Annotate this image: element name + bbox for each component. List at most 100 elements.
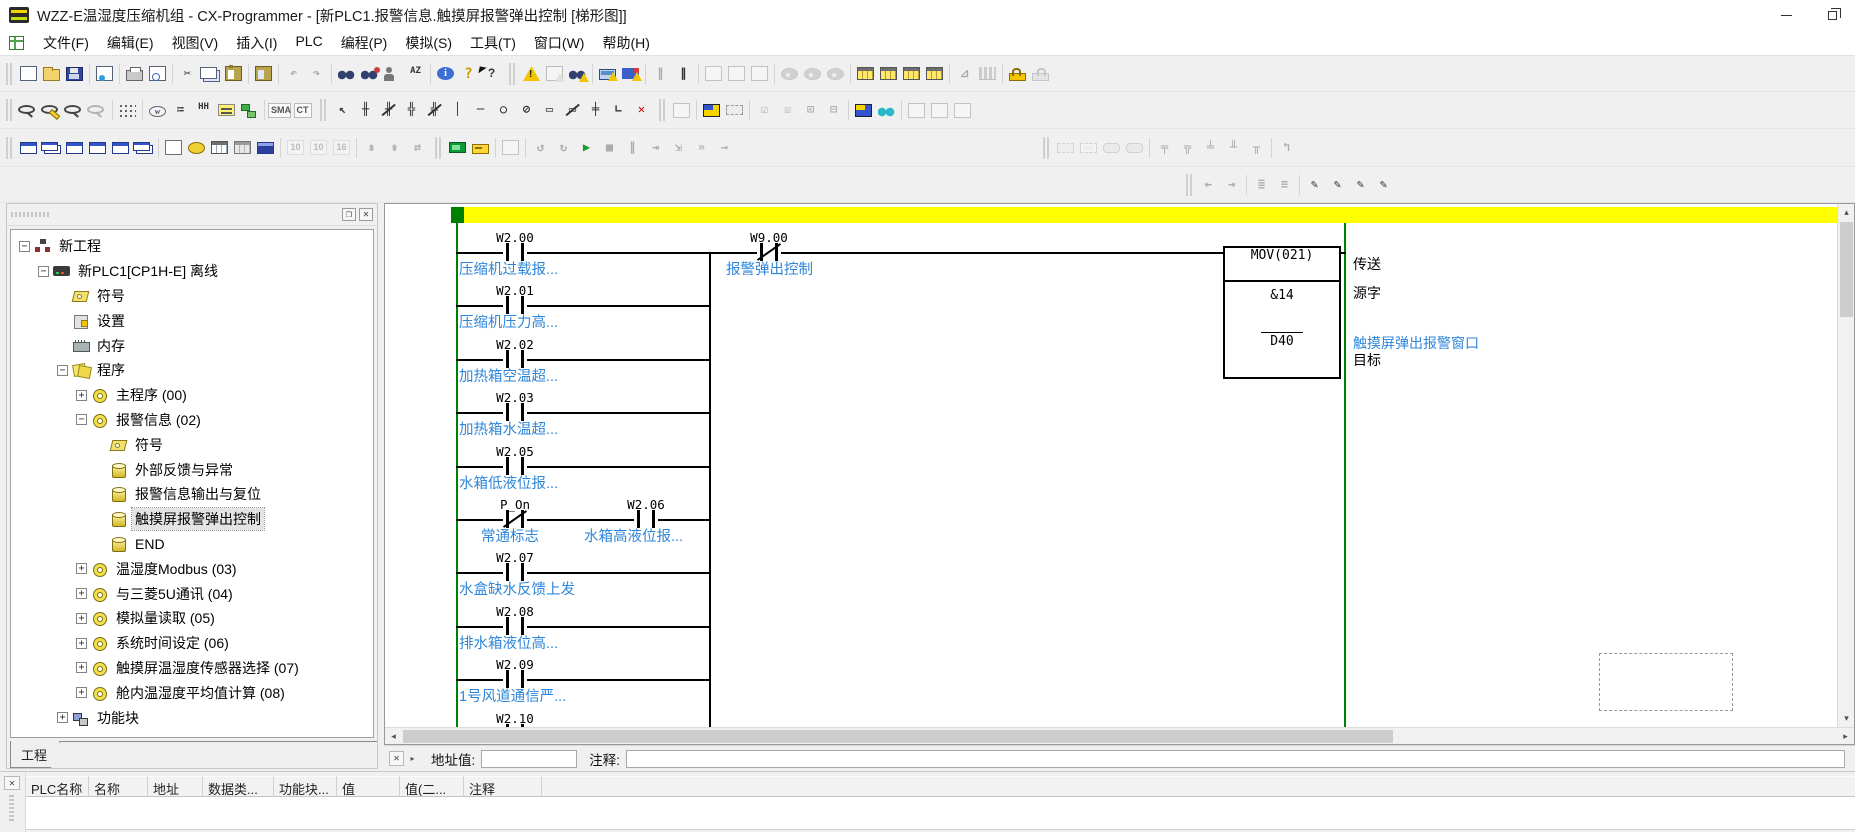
edit-pen-icon[interactable]: ✎	[1303, 173, 1326, 197]
show-sma-icon[interactable]: SMA	[268, 98, 291, 122]
vertical-scroll-thumb[interactable]	[1840, 222, 1853, 317]
force-off-icon[interactable]: ⇟	[383, 136, 406, 160]
sfc-initial-step-icon[interactable]	[1077, 136, 1100, 160]
window-tile-vertical-icon[interactable]	[86, 136, 109, 160]
show-program-tree-icon[interactable]	[238, 98, 261, 122]
open-project-icon[interactable]	[40, 62, 63, 86]
close-address-bar-button[interactable]: ✕	[389, 751, 404, 766]
workspace-grip-handle[interactable]	[11, 212, 51, 217]
select-tool-icon[interactable]: ↖	[331, 98, 354, 122]
replace-icon[interactable]	[358, 62, 381, 86]
tree-expander[interactable]: +	[76, 613, 87, 624]
fb-blocks-icon[interactable]	[852, 98, 875, 122]
tree-item-new-project[interactable]: −新工程	[11, 234, 373, 259]
toolbar-grip[interactable]	[6, 99, 13, 121]
watch-column-8[interactable]: 注释	[464, 776, 542, 797]
tree-item-alarm-info[interactable]: −报警信息 (02)	[11, 408, 373, 433]
menu-insert[interactable]: 插入(I)	[227, 30, 286, 56]
fb-verify-icon[interactable]	[905, 98, 928, 122]
tree-item-sensor-select[interactable]: +触摸屏温湿度传感器选择 (07)	[11, 656, 373, 681]
show-rung-annotation-icon[interactable]	[215, 98, 238, 122]
watch-column-4[interactable]: 数据类...	[203, 776, 274, 797]
menu-tools[interactable]: 工具(T)	[461, 30, 525, 56]
transfer-from-plc-icon[interactable]	[725, 62, 748, 86]
fb-param-out-icon[interactable]: ☒	[776, 98, 799, 122]
force-on-icon[interactable]: ⇞	[360, 136, 383, 160]
tree-item-new-plc1[interactable]: −新PLC1[CP1H-E] 离线	[11, 259, 373, 284]
window-arrange-icons-icon[interactable]	[109, 136, 132, 160]
toggle-grid-icon[interactable]	[116, 98, 139, 122]
watch-column-2[interactable]: 名称	[89, 776, 148, 797]
comment-field[interactable]	[626, 750, 1845, 768]
window-close-all-icon[interactable]	[132, 136, 155, 160]
sim-run-icon[interactable]: ▶	[575, 136, 598, 160]
window-tile-horizontal-icon[interactable]	[63, 136, 86, 160]
address-reference-tool-icon[interactable]: ≔	[169, 98, 192, 122]
compare-with-plc-icon[interactable]	[748, 62, 771, 86]
tree-item-alarm-output-reset[interactable]: 报警信息输出与复位	[11, 482, 373, 507]
watch-grip-handle[interactable]	[9, 795, 14, 821]
fb-param-inout-icon[interactable]: ⊡	[799, 98, 822, 122]
menu-help[interactable]: 帮助(H)	[593, 30, 658, 56]
find-icon[interactable]	[335, 62, 358, 86]
compile-check-icon[interactable]	[520, 62, 543, 86]
watch-close-button[interactable]: ✕	[4, 776, 20, 790]
sfc-simultaneous-icon[interactable]: ╨	[1222, 136, 1245, 160]
radix-hex-icon[interactable]: 16	[330, 136, 353, 160]
list-detail-icon[interactable]: ≡	[1273, 173, 1296, 197]
simulator-settings-icon[interactable]	[469, 136, 492, 160]
context-help-icon[interactable]	[480, 62, 503, 86]
watch-body[interactable]	[26, 797, 1855, 830]
toolbar-grip[interactable]	[435, 137, 442, 159]
menu-view[interactable]: 视图(V)	[163, 30, 228, 56]
watch-column-6[interactable]: 值	[337, 776, 400, 797]
compile-program-icon[interactable]	[93, 62, 116, 86]
watch-window-icon[interactable]	[208, 136, 231, 160]
check-report-icon[interactable]	[566, 62, 589, 86]
toolbar-grip[interactable]	[659, 99, 666, 121]
tree-item-system-time[interactable]: +系统时间设定 (06)	[11, 631, 373, 656]
show-ct-icon[interactable]: CT	[291, 98, 314, 122]
data-trace-icon[interactable]	[976, 62, 999, 86]
tree-item-mitsubishi-5u[interactable]: +与三菱5U通讯 (04)	[11, 581, 373, 606]
menu-simulation[interactable]: 模拟(S)	[396, 30, 461, 56]
pause-monitor-icon[interactable]: ∥	[649, 62, 672, 86]
monitor-mode-icon[interactable]	[801, 62, 824, 86]
scroll-left-arrow[interactable]: ◂	[385, 728, 402, 745]
help-topics-icon[interactable]: ?	[457, 62, 480, 86]
tree-expander[interactable]: +	[76, 563, 87, 574]
plc-settings-icon[interactable]	[877, 62, 900, 86]
memory-cassette-icon[interactable]	[900, 62, 923, 86]
ladder-diagram[interactable]: W2.00压缩机过载报...W2.01压缩机压力高...W2.02加热箱空温超.…	[385, 204, 1837, 727]
new-coil-tool-icon[interactable]: ○	[492, 98, 515, 122]
online-edit-check-icon[interactable]	[543, 62, 566, 86]
window-cascade-icon[interactable]	[40, 136, 63, 160]
paste-rung-icon[interactable]	[252, 62, 275, 86]
monitor-hex-icon[interactable]: HH	[192, 98, 215, 122]
vertical-scrollbar[interactable]: ▴ ▾	[1837, 204, 1854, 727]
print-icon[interactable]	[123, 62, 146, 86]
fb-cross-icon[interactable]	[928, 98, 951, 122]
toolbar-grip[interactable]	[320, 99, 327, 121]
tree-item-analog-read[interactable]: +模拟量读取 (05)	[11, 606, 373, 631]
new-horizontal-tool-icon[interactable]: ─	[469, 98, 492, 122]
program-mode-icon[interactable]	[824, 62, 847, 86]
delete-tool-icon[interactable]: ✕	[630, 98, 653, 122]
sfc-step-icon[interactable]	[1054, 136, 1077, 160]
tree-item-main-program[interactable]: +主程序 (00)	[11, 383, 373, 408]
tree-expander[interactable]: +	[57, 712, 68, 723]
sim-pause-icon[interactable]: ∥	[621, 136, 644, 160]
menu-program[interactable]: 编程(P)	[332, 30, 397, 56]
rung-cursor-cell[interactable]	[451, 207, 464, 223]
tree-item-symbols[interactable]: 符号	[11, 284, 373, 309]
new-instruction-tool-icon[interactable]: ▭	[538, 98, 561, 122]
address-reference-icon[interactable]	[185, 136, 208, 160]
instruction-operand-src[interactable]: &14	[1225, 288, 1339, 303]
menu-edit[interactable]: 编辑(E)	[98, 30, 163, 56]
tree-expander[interactable]: +	[76, 638, 87, 649]
toolbar-grip[interactable]	[509, 63, 516, 85]
tree-item-touchscreen-alarm-popup[interactable]: 触摸屏报警弹出控制	[11, 507, 373, 532]
fb-update-icon[interactable]	[951, 98, 974, 122]
ladder-document-icon[interactable]	[9, 36, 24, 50]
horizontal-scrollbar[interactable]: ◂ ▸	[385, 727, 1854, 744]
